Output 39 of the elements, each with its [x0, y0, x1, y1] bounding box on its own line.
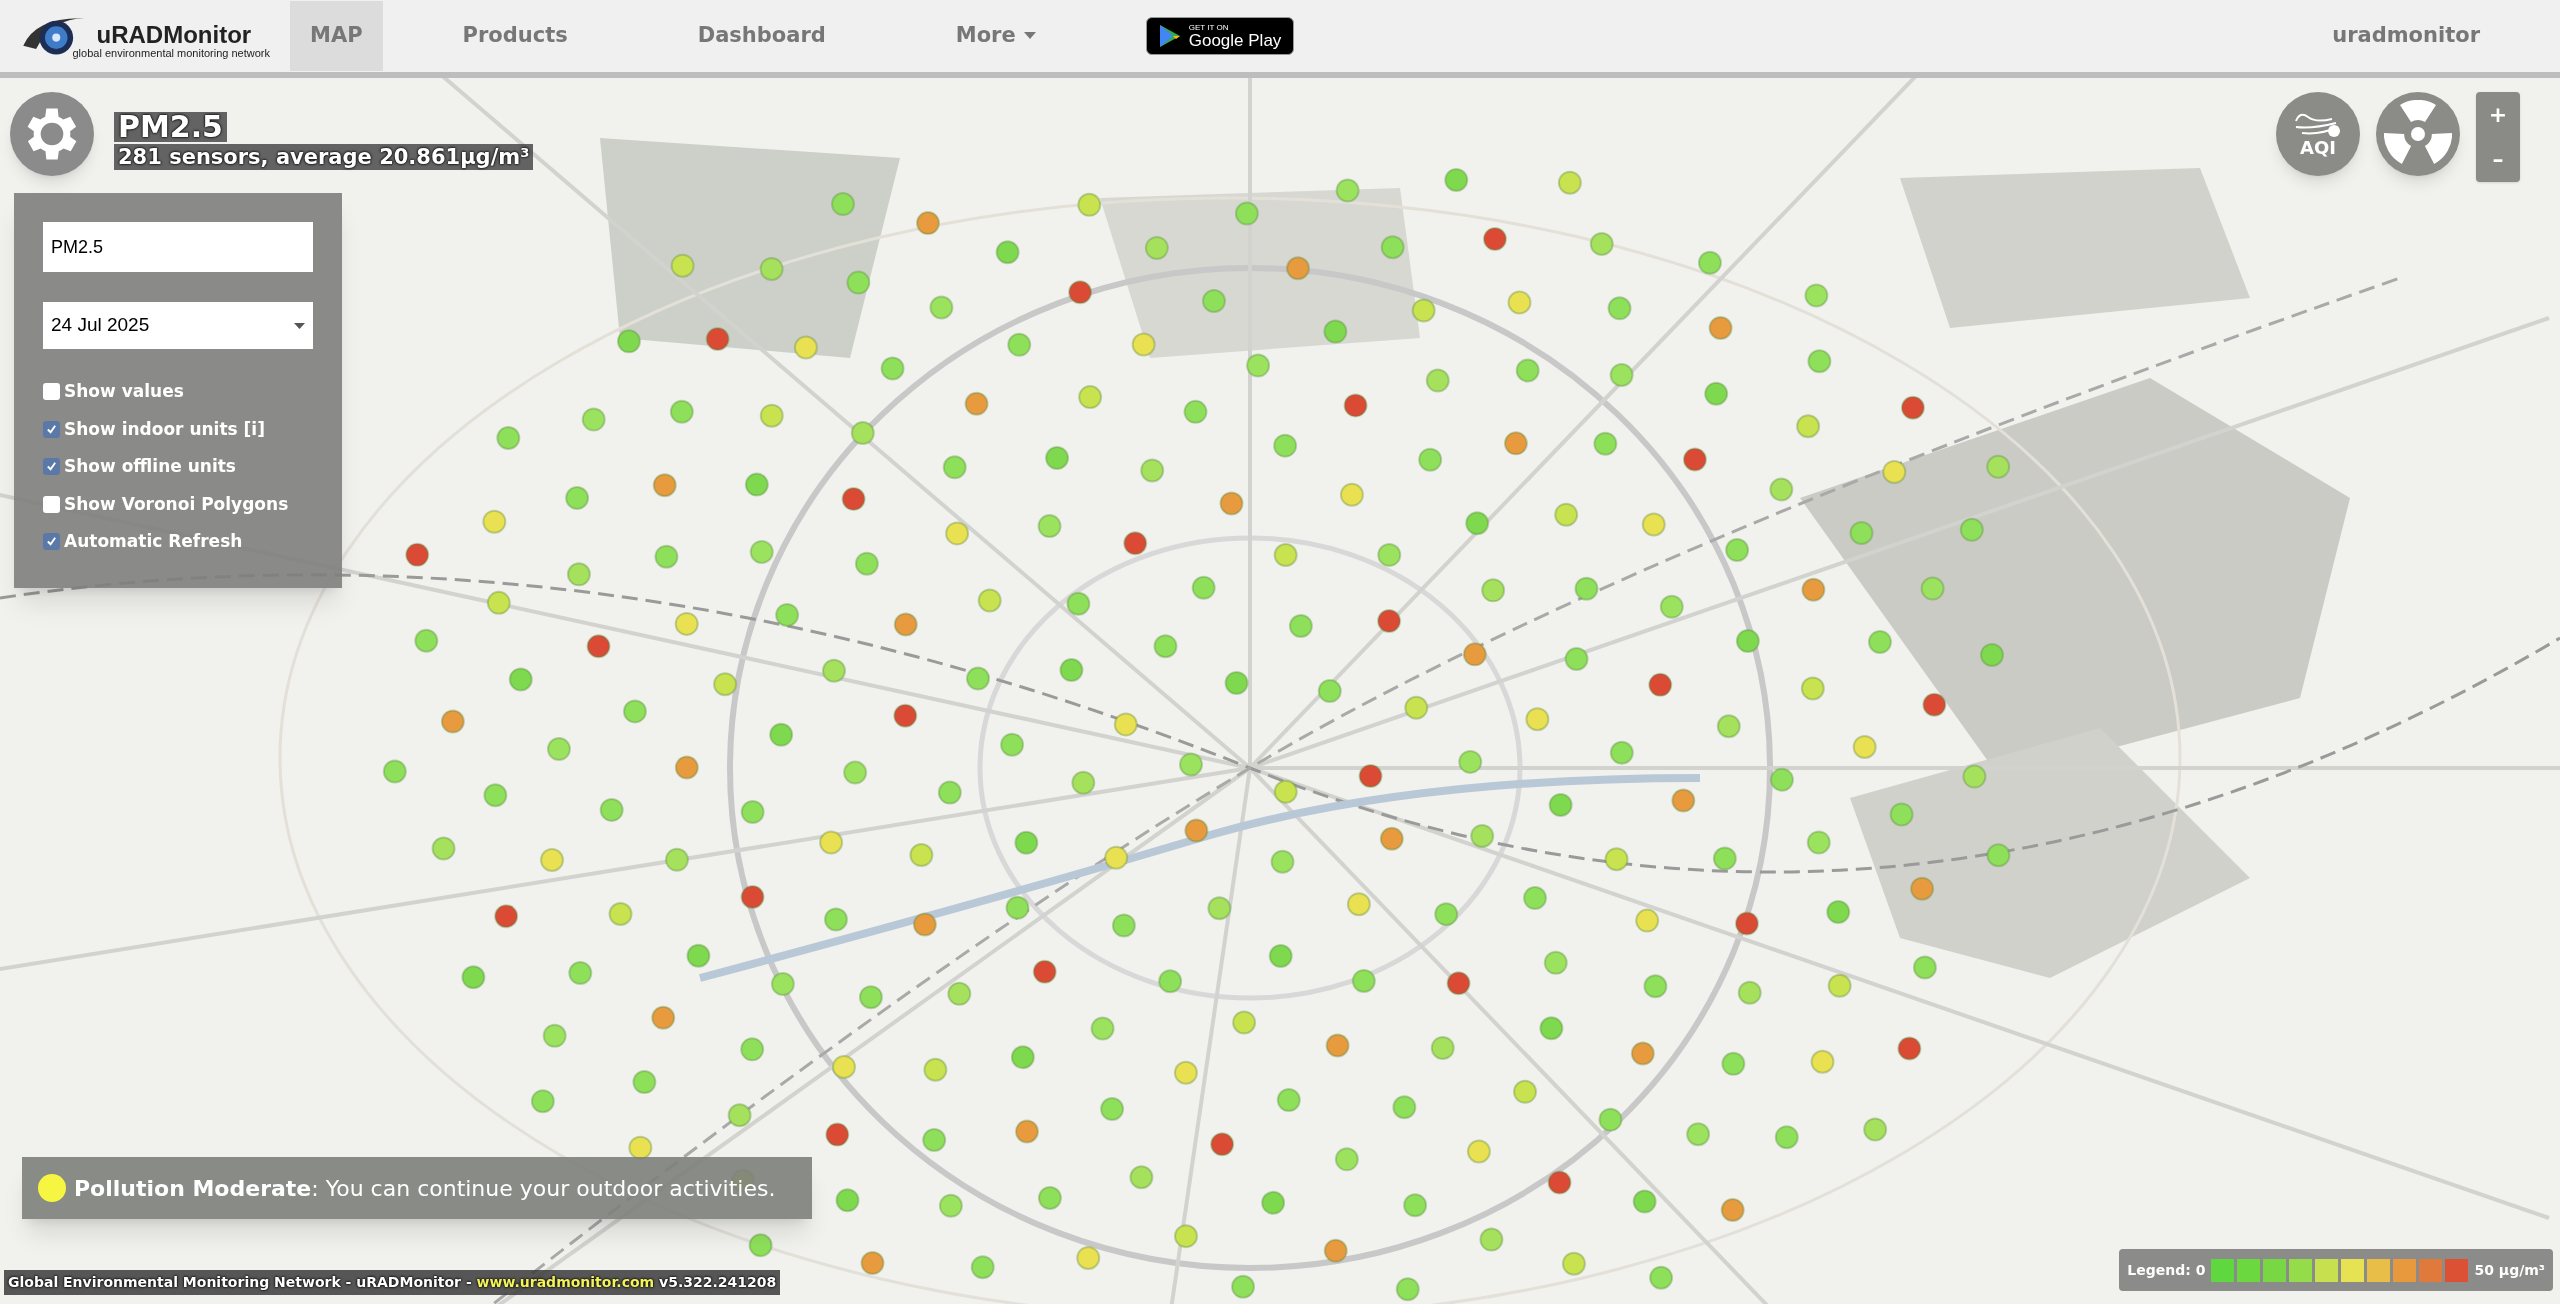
option-checkbox[interactable]: [43, 458, 60, 476]
parameter-field[interactable]: PM2.5: [43, 222, 313, 272]
play-triangle-icon: [1158, 24, 1181, 48]
badge-store-name: Google Play: [1188, 31, 1282, 49]
footer-text: Global Environmental Monitoring Network - uRADMonitor -: [8, 1274, 473, 1290]
option-label: Show Voronoi Polygons: [64, 492, 289, 516]
sensor-summary: 281 sensors, average 20.861µg/m³: [114, 144, 534, 171]
version-text: v5.322.241208: [658, 1274, 777, 1290]
nav-tab[interactable]: Products: [442, 1, 588, 71]
check-icon: [46, 461, 57, 473]
option-label: Show values: [64, 380, 184, 403]
zoom-in-button[interactable]: +: [2476, 92, 2520, 137]
caret-icon: [1023, 32, 1036, 40]
caret-icon: [294, 322, 305, 329]
option-checkbox[interactable]: [43, 495, 60, 513]
zoom-out-button[interactable]: –: [2476, 137, 2520, 182]
logo-name: uRADMonitor: [96, 23, 253, 48]
option-checkbox[interactable]: [43, 420, 60, 438]
site-logo[interactable]: uRADMonitor global environmental monitoring network: [20, 8, 270, 64]
logo-tagline: global environmental monitoring network: [72, 47, 270, 61]
option-label: Automatic Refresh: [64, 530, 243, 553]
badge-caption: GET IT ON: [1188, 23, 1230, 32]
date-select[interactable]: 24 Jul 2025: [43, 302, 313, 349]
nav-tab[interactable]: MAP: [290, 1, 383, 71]
user-link[interactable]: uradmonitor: [2332, 20, 2480, 52]
nav-tab[interactable]: More: [935, 1, 1056, 71]
option-checkbox[interactable]: [43, 533, 60, 551]
parameter-title: PM2.5: [114, 112, 227, 142]
legend-label: Legend: 0: [2127, 1260, 2206, 1280]
website-link[interactable]: www.uradmonitor.com: [476, 1274, 655, 1290]
check-icon: [46, 536, 57, 548]
pollution-message: Pollution Moderate: You can continue your outdoor activities.: [74, 1174, 776, 1203]
option-label: Show indoor units [i]: [64, 417, 265, 441]
option-checkbox[interactable]: [43, 383, 60, 401]
option-label: Show offline units: [64, 455, 236, 478]
google-play-badge[interactable]: GET IT ON Google Play: [1145, 17, 1295, 55]
check-icon: [46, 423, 57, 435]
legend-unit: 50 µg/m³: [2474, 1260, 2545, 1280]
nav-tab[interactable]: Dashboard: [677, 1, 846, 71]
